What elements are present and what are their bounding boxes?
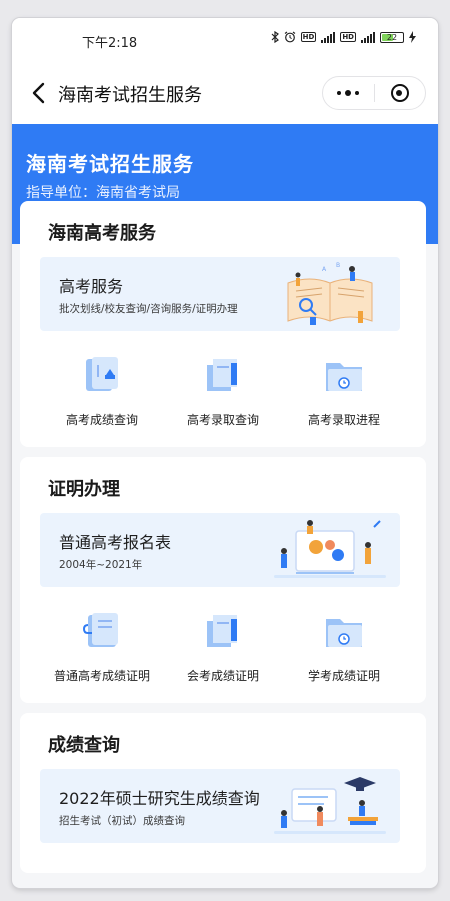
- mini-program-capsule: [322, 76, 426, 110]
- grid-item-score-query[interactable]: 高考成绩查询: [34, 353, 170, 443]
- document-stack-icon: [207, 359, 237, 391]
- feature-title: 高考服务: [59, 277, 124, 296]
- certificate-grid: 普通高考成绩证明 会考成绩证明 学考成绩证明: [20, 609, 426, 699]
- feature-subtitle: 招生考试（初试）成绩查询: [59, 815, 185, 827]
- folder-clock-icon: [326, 619, 362, 647]
- grid-item-huikao-certificate[interactable]: 会考成绩证明: [155, 609, 291, 699]
- status-bar: 下午2:18 HD HD 22: [12, 18, 438, 64]
- section-score-query: 成绩查询 2022年硕士研究生成绩查询 招生考试（初试）成绩查询: [20, 713, 426, 873]
- feature-banner-postgraduate-score[interactable]: 2022年硕士研究生成绩查询 招生考试（初试）成绩查询: [40, 769, 400, 843]
- feature-banner-registration-form[interactable]: 普通高考报名表 2004年~2021年: [40, 513, 400, 587]
- presentation-board-illustration-icon: [274, 520, 386, 578]
- status-time: 下午2:18: [82, 36, 138, 51]
- gaokao-service-grid: 高考成绩查询 高考录取查询 高考录取进程: [20, 353, 426, 443]
- banner-subtitle: 指导单位：海南省考试局: [26, 185, 180, 201]
- grid-item-label: 学考成绩证明: [307, 669, 380, 683]
- alarm-icon: [284, 31, 295, 43]
- phone-screen: 下午2:18 HD HD 22 海南考试招生服务 海南考试招生服务 指导单位：海…: [12, 18, 438, 888]
- clip-document-icon: [82, 613, 118, 647]
- grid-item-admission-progress[interactable]: 高考录取进程: [276, 353, 412, 443]
- section-certificates: 证明办理 普通高考报名表 2004年~2021年 普通高考成绩证明 会考成绩证明…: [20, 457, 426, 703]
- section-title: 海南高考服务: [48, 223, 156, 244]
- bluetooth-icon: [271, 31, 279, 43]
- svg-text:B: B: [336, 262, 340, 269]
- signal-icon: [321, 31, 336, 43]
- back-arrow-icon[interactable]: [24, 78, 54, 108]
- hd-icon: HD: [300, 32, 317, 42]
- feature-title: 普通高考报名表: [59, 533, 172, 552]
- nav-title: 海南考试招生服务: [58, 85, 202, 106]
- section-gaokao-service: 海南高考服务 高考服务 批次划线/校友查询/咨询服务/证明办理 AB 高考成绩查…: [20, 201, 426, 447]
- section-title: 成绩查询: [48, 735, 120, 756]
- folder-clock-icon: [326, 363, 362, 391]
- svg-text:A: A: [322, 266, 327, 273]
- battery-icon: 22: [380, 31, 404, 43]
- more-button[interactable]: [323, 77, 374, 109]
- signal-icon: [361, 31, 375, 43]
- feature-title: 2022年硕士研究生成绩查询: [59, 789, 260, 808]
- grid-item-label: 会考成绩证明: [186, 669, 259, 683]
- feature-subtitle: 批次划线/校友查询/咨询服务/证明办理: [59, 303, 238, 315]
- close-target-icon: [390, 84, 409, 102]
- grid-item-label: 高考成绩查询: [65, 413, 138, 427]
- charging-icon: [409, 31, 416, 43]
- document-stack-icon: [207, 615, 237, 647]
- score-card-icon: [86, 357, 118, 391]
- more-dots-icon: [337, 90, 360, 96]
- grid-item-admission-query[interactable]: 高考录取查询: [155, 353, 291, 443]
- section-title: 证明办理: [48, 479, 120, 500]
- status-icons: HD HD 22: [271, 31, 416, 43]
- hd-icon: HD: [340, 32, 356, 42]
- battery-level: 22: [386, 32, 398, 42]
- close-button[interactable]: [375, 77, 426, 109]
- grid-item-label: 普通高考成绩证明: [53, 669, 150, 683]
- graduate-study-illustration-icon: [274, 777, 386, 834]
- grid-item-xuekao-certificate[interactable]: 学考成绩证明: [276, 609, 412, 699]
- open-book-illustration-icon: AB: [287, 262, 373, 325]
- grid-item-label: 高考录取进程: [307, 413, 380, 427]
- banner-title: 海南考试招生服务: [26, 152, 194, 176]
- feature-subtitle: 2004年~2021年: [59, 559, 143, 571]
- grid-item-gaokao-score-certificate[interactable]: 普通高考成绩证明: [34, 609, 170, 699]
- grid-item-label: 高考录取查询: [186, 413, 259, 427]
- nav-bar: 海南考试招生服务: [12, 64, 438, 124]
- feature-banner-gaokao[interactable]: 高考服务 批次划线/校友查询/咨询服务/证明办理 AB: [40, 257, 400, 331]
